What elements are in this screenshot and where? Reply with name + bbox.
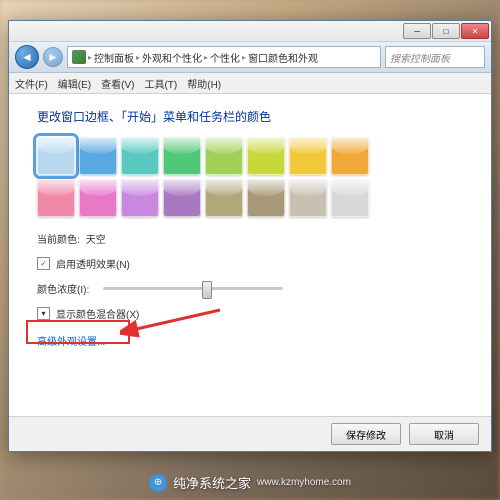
transparency-row: ✓ 启用透明效果(N) [37, 256, 463, 271]
color-swatch-10[interactable] [121, 179, 159, 217]
chevron-right-icon: ▸ [136, 53, 140, 62]
color-swatch-12[interactable] [205, 179, 243, 217]
color-swatch-13[interactable] [247, 179, 285, 217]
back-button[interactable]: ◄ [15, 45, 39, 69]
current-color-label: 当前颜色: [37, 231, 80, 246]
current-color-row: 当前颜色: 天空 [37, 231, 463, 246]
color-swatch-0[interactable] [37, 137, 75, 175]
color-swatch-5[interactable] [247, 137, 285, 175]
intensity-row: 颜色浓度(I): [37, 281, 463, 296]
breadcrumb-item[interactable]: 控制面板 [94, 50, 134, 65]
color-swatch-4[interactable] [205, 137, 243, 175]
color-swatch-8[interactable] [37, 179, 75, 217]
color-swatch-11[interactable] [163, 179, 201, 217]
transparency-label: 启用透明效果(N) [56, 256, 130, 271]
watermark-url: www.kzmyhome.com [257, 477, 351, 488]
color-swatch-1[interactable] [79, 137, 117, 175]
mixer-label: 显示颜色混合器(X) [56, 306, 139, 321]
search-placeholder: 搜索控制面板 [390, 50, 450, 65]
menu-file[interactable]: 文件(F) [15, 76, 48, 91]
logo-icon: ⊕ [149, 474, 167, 492]
color-swatch-14[interactable] [289, 179, 327, 217]
chevron-right-icon: ▸ [88, 53, 92, 62]
maximize-button[interactable]: □ [432, 23, 460, 39]
menu-edit[interactable]: 编辑(E) [58, 76, 91, 91]
page-title: 更改窗口边框、「开始」菜单和任务栏的颜色 [37, 108, 463, 125]
intensity-label: 颜色浓度(I): [37, 281, 89, 296]
menu-help[interactable]: 帮助(H) [187, 76, 221, 91]
navbar: ◄ ► ▸ 控制面板 ▸ 外观和个性化 ▸ 个性化 ▸ 窗口颜色和外观 搜索控制… [9, 42, 491, 73]
color-swatch-9[interactable] [79, 179, 117, 217]
advanced-appearance-link[interactable]: 高级外观设置... [37, 333, 105, 348]
color-swatch-6[interactable] [289, 137, 327, 175]
menubar: 文件(F) 编辑(E) 查看(V) 工具(T) 帮助(H) [9, 73, 491, 94]
cp-icon [72, 50, 86, 64]
breadcrumb-item[interactable]: 窗口颜色和外观 [248, 50, 318, 65]
advanced-row: 高级外观设置... [37, 333, 463, 348]
color-swatch-3[interactable] [163, 137, 201, 175]
color-swatch-2[interactable] [121, 137, 159, 175]
breadcrumb-item[interactable]: 个性化 [210, 50, 240, 65]
menu-tools[interactable]: 工具(T) [144, 76, 177, 91]
minimize-button[interactable]: ─ [403, 23, 431, 39]
save-button[interactable]: 保存修改 [331, 423, 401, 445]
breadcrumb[interactable]: ▸ 控制面板 ▸ 外观和个性化 ▸ 个性化 ▸ 窗口颜色和外观 [67, 46, 381, 68]
transparency-checkbox[interactable]: ✓ [37, 257, 50, 270]
control-panel-window: ─ □ ✕ ◄ ► ▸ 控制面板 ▸ 外观和个性化 ▸ 个性化 ▸ 窗口颜色和外… [8, 20, 492, 452]
mixer-row: ▾ 显示颜色混合器(X) [37, 306, 463, 321]
chevron-right-icon: ▸ [204, 53, 208, 62]
slider-thumb[interactable] [202, 281, 212, 299]
menu-view[interactable]: 查看(V) [101, 76, 134, 91]
close-button[interactable]: ✕ [461, 23, 489, 39]
watermark: ⊕ 纯净系统之家 www.kzmyhome.com [0, 473, 500, 492]
titlebar: ─ □ ✕ [9, 21, 491, 42]
intensity-slider[interactable] [103, 287, 283, 290]
color-swatch-15[interactable] [331, 179, 369, 217]
color-swatch-7[interactable] [331, 137, 369, 175]
expand-mixer-button[interactable]: ▾ [37, 307, 50, 320]
breadcrumb-item[interactable]: 外观和个性化 [142, 50, 202, 65]
content-area: 更改窗口边框、「开始」菜单和任务栏的颜色 当前颜色: 天空 ✓ 启用透明效果(N… [9, 94, 491, 416]
forward-button[interactable]: ► [43, 47, 63, 67]
color-swatches [37, 137, 397, 217]
cancel-button[interactable]: 取消 [409, 423, 479, 445]
watermark-brand: 纯净系统之家 [173, 473, 251, 492]
footer: 保存修改 取消 [9, 416, 491, 451]
current-color-value: 天空 [86, 231, 106, 246]
chevron-right-icon: ▸ [242, 53, 246, 62]
search-input[interactable]: 搜索控制面板 [385, 46, 485, 68]
